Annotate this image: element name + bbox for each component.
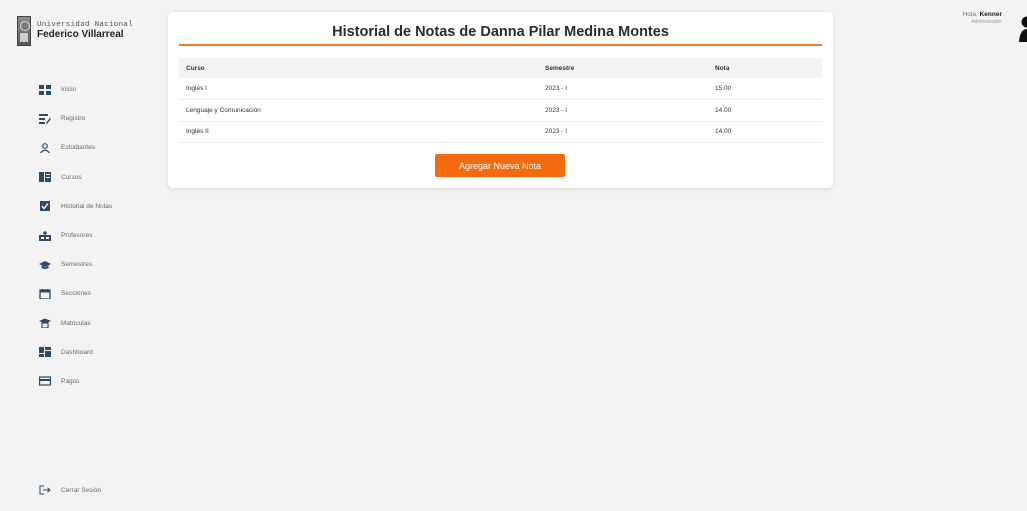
table-header-row: Curso Semestre Nota (179, 58, 822, 78)
teacher-icon (39, 230, 51, 241)
user-greeting: Hola, Kenner (963, 11, 1002, 18)
sidebar-item-label: Semestres (61, 261, 93, 269)
column-header-semestre: Semestre (545, 64, 575, 72)
sidebar-item-label: Registro (61, 115, 86, 123)
user-name: Kenner (979, 11, 1002, 18)
dashboard-icon (39, 347, 51, 358)
user-avatar-icon (1019, 16, 1027, 42)
sidebar-item-matriculas[interactable]: Matriculas (0, 309, 150, 338)
grades-card: Historial de Notas de Danna Pilar Medina… (168, 12, 833, 188)
logo-line2: Federico Villarreal (37, 29, 124, 41)
user-role: Administrador (971, 19, 1002, 25)
sidebar-item-historial-de-notas[interactable]: Historial de Notas (0, 192, 150, 221)
card-icon (39, 376, 51, 387)
checkbox-icon (39, 201, 51, 212)
cell-nota: 14.00 (715, 128, 732, 136)
sidebar-item-label: Secciones (61, 290, 91, 298)
column-header-nota: Nota (715, 64, 730, 72)
sidebar-item-label: Pagos (61, 377, 80, 385)
university-logo[interactable]: Universidad Nacional Federico Villarreal (17, 16, 133, 46)
user-icon (39, 143, 51, 153)
cell-semestre: 2023 - I (545, 106, 568, 114)
cell-curso: Inglés I (186, 85, 207, 92)
avatar[interactable] (1017, 16, 1027, 42)
table-row: Lenguaje y Comunicación 2023 - I 14.00 (179, 100, 822, 121)
sidebar-item-semestres[interactable]: Semestres (0, 250, 150, 279)
sidebar-item-label: Inicio (61, 86, 77, 94)
graduation-cap-icon (39, 260, 51, 270)
cell-semestre: 2023 - I (545, 128, 568, 136)
logout-icon (39, 485, 51, 495)
sidebar-item-label: Matriculas (61, 319, 91, 327)
grid-icon (39, 84, 51, 95)
user-menu[interactable]: Hola, Kenner Administrador (963, 11, 1027, 42)
title-divider (179, 44, 822, 46)
university-emblem-icon (17, 16, 31, 46)
logo-line1: Universidad Nacional (37, 20, 134, 29)
logout-button[interactable]: Cerrar Sesión (39, 485, 101, 495)
cell-semestre: 2023 - I (545, 85, 568, 92)
cell-curso: Lenguaje y Comunicación (186, 106, 261, 114)
logout-label: Cerrar Sesión (61, 486, 102, 494)
book-icon (39, 172, 51, 183)
sidebar-nav: Inicio Registro Estudiantes Cursos Histo… (0, 75, 150, 396)
cell-curso: Inglés II (186, 128, 209, 136)
table-row: Inglés II 2023 - I 14.00 (179, 121, 822, 143)
grades-table: Curso Semestre Nota Inglés I 2023 - I 15… (179, 58, 822, 143)
enroll-icon (39, 318, 51, 329)
cell-nota: 14.00 (715, 106, 732, 114)
cell-nota: 15.00 (715, 85, 732, 92)
sidebar-item-cursos[interactable]: Cursos (0, 163, 150, 192)
logo-text: Universidad Nacional Federico Villarreal (37, 20, 134, 41)
sidebar-item-label: Historial de Notas (61, 202, 113, 210)
sidebar-item-pagos[interactable]: Pagos (0, 367, 150, 396)
register-icon (39, 113, 51, 124)
sidebar-item-dashboard[interactable]: Dashboard (0, 338, 150, 367)
page-title: Historial de Notas de Danna Pilar Medina… (332, 24, 669, 40)
column-header-curso: Curso (186, 64, 205, 72)
add-grade-button[interactable]: Agregar Nueva Nota (435, 154, 565, 177)
table-row: Inglés I 2023 - I 15.00 (179, 78, 822, 100)
sidebar-item-estudiantes[interactable]: Estudiantes (0, 133, 150, 162)
sidebar: Universidad Nacional Federico Villarreal… (0, 0, 150, 511)
sidebar-item-secciones[interactable]: Secciones (0, 279, 150, 308)
greeting-text: Hola, (962, 11, 978, 18)
calendar-icon (39, 288, 51, 299)
sidebar-item-label: Estudiantes (61, 144, 95, 152)
sidebar-item-inicio[interactable]: Inicio (0, 75, 150, 104)
sidebar-item-label: Cursos (61, 173, 82, 181)
sidebar-item-profesores[interactable]: Profesores (0, 221, 150, 250)
sidebar-item-label: Dashboard (61, 348, 93, 356)
sidebar-item-registro[interactable]: Registro (0, 104, 150, 133)
sidebar-item-label: Profesores (61, 232, 93, 240)
